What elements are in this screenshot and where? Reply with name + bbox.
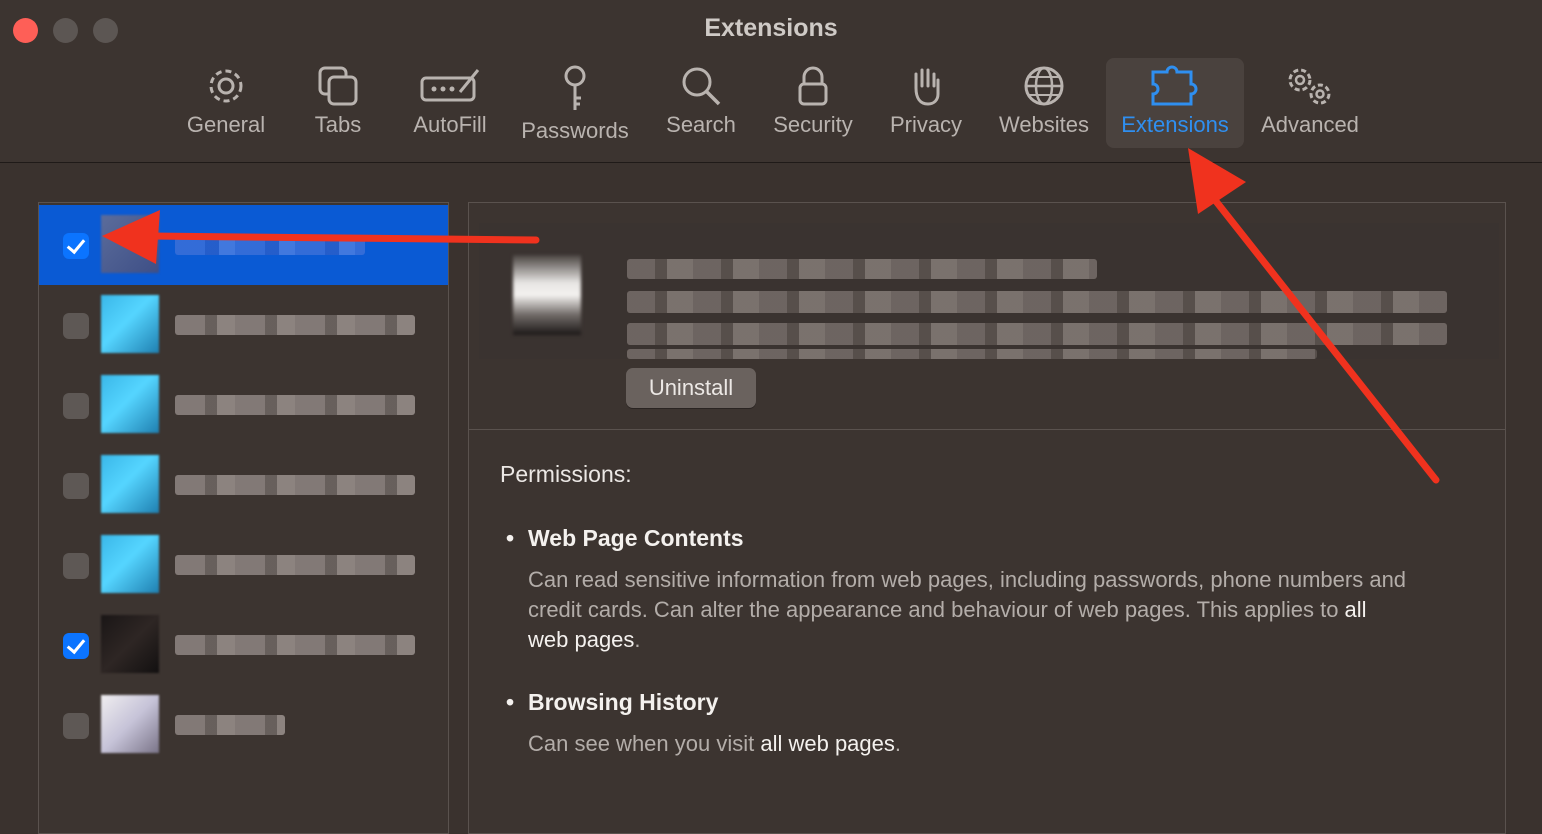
extension-enable-checkbox[interactable] bbox=[63, 233, 89, 259]
toolbar-label: AutoFill bbox=[413, 112, 487, 137]
window-title: Extensions bbox=[704, 14, 838, 42]
puzzle-icon bbox=[1151, 65, 1198, 106]
permissions-title: Permissions: bbox=[500, 461, 632, 487]
extension-row[interactable] bbox=[39, 605, 448, 685]
extension-name-redacted bbox=[175, 555, 415, 575]
extension-icon bbox=[101, 695, 159, 753]
title-bar: Extensions General Tabs AutoFill Passwor… bbox=[0, 0, 1542, 163]
toolbar-label: Websites bbox=[998, 112, 1090, 137]
extension-row[interactable] bbox=[39, 205, 448, 285]
extension-icon bbox=[101, 535, 159, 593]
gears-icon bbox=[1288, 68, 1331, 105]
extension-row[interactable] bbox=[39, 365, 448, 445]
extension-row[interactable] bbox=[39, 525, 448, 605]
extension-name-redacted bbox=[175, 475, 415, 495]
extension-detail-pane: Uninstall Permissions: • Web Page Conten… bbox=[468, 202, 1506, 834]
extension-row[interactable] bbox=[39, 445, 448, 525]
toolbar-label: Search bbox=[666, 112, 736, 137]
hand-icon bbox=[914, 68, 940, 106]
extension-name-redacted bbox=[175, 315, 415, 335]
extension-icon bbox=[101, 615, 159, 673]
extension-row[interactable] bbox=[39, 685, 448, 765]
toolbar-label: Tabs bbox=[314, 112, 362, 137]
uninstall-button[interactable]: Uninstall bbox=[626, 368, 756, 408]
toolbar-websites[interactable]: Websites bbox=[990, 58, 1098, 148]
redacted-text bbox=[627, 291, 1447, 313]
extension-name-redacted bbox=[175, 715, 285, 735]
bullet: • bbox=[506, 689, 515, 715]
bullet: • bbox=[506, 525, 515, 551]
permission-description: Can see when you visit all web pages. bbox=[528, 731, 902, 756]
permission-name: • Web Page Contents bbox=[506, 525, 744, 551]
autofill-icon bbox=[420, 69, 480, 102]
redacted-text bbox=[627, 259, 1097, 279]
toolbar-label: General bbox=[186, 112, 266, 137]
toolbar-label: Security bbox=[773, 112, 853, 137]
extension-name-redacted bbox=[175, 395, 415, 415]
extension-icon bbox=[101, 295, 159, 353]
extension-enable-checkbox[interactable] bbox=[63, 713, 89, 739]
extension-enable-checkbox[interactable] bbox=[63, 553, 89, 579]
extension-row[interactable] bbox=[39, 285, 448, 365]
extension-icon bbox=[101, 455, 159, 513]
toolbar-passwords[interactable]: Passwords bbox=[516, 58, 634, 148]
globe-icon bbox=[1024, 66, 1064, 106]
divider bbox=[469, 429, 1505, 430]
toolbar-label: Privacy bbox=[889, 112, 963, 137]
extension-name-redacted bbox=[175, 235, 365, 255]
extension-icon bbox=[101, 215, 159, 273]
permission-description: Can read sensitive information from web … bbox=[528, 567, 1407, 652]
gear-icon bbox=[209, 69, 243, 103]
extension-enable-checkbox[interactable] bbox=[63, 313, 89, 339]
magnifier-icon bbox=[682, 67, 721, 106]
extensions-list[interactable] bbox=[38, 202, 449, 834]
toolbar-label: Extensions bbox=[1121, 112, 1229, 137]
toolbar-tabs[interactable]: Tabs bbox=[298, 58, 378, 148]
extension-name-redacted bbox=[175, 635, 415, 655]
toolbar-label: Advanced bbox=[1261, 112, 1359, 137]
extension-icon bbox=[101, 375, 159, 433]
toolbar-extensions[interactable]: Extensions bbox=[1106, 58, 1244, 148]
tabs-icon bbox=[318, 66, 358, 106]
extension-header-redacted bbox=[479, 223, 1499, 359]
extension-enable-checkbox[interactable] bbox=[63, 633, 89, 659]
lock-icon bbox=[798, 66, 828, 106]
redacted-text bbox=[627, 349, 1317, 359]
extension-large-icon bbox=[513, 255, 581, 335]
toolbar-label: Passwords bbox=[521, 118, 629, 143]
extension-enable-checkbox[interactable] bbox=[63, 393, 89, 419]
toolbar-general[interactable]: General bbox=[176, 58, 276, 148]
key-icon bbox=[564, 65, 586, 110]
toolbar-security[interactable]: Security bbox=[766, 58, 860, 148]
toolbar-advanced[interactable]: Advanced bbox=[1254, 58, 1366, 148]
toolbar-autofill[interactable]: AutoFill bbox=[404, 58, 496, 148]
toolbar-privacy[interactable]: Privacy bbox=[884, 58, 968, 148]
toolbar-search[interactable]: Search bbox=[660, 58, 742, 148]
redacted-text bbox=[627, 323, 1447, 345]
extension-enable-checkbox[interactable] bbox=[63, 473, 89, 499]
permission-name: • Browsing History bbox=[506, 689, 719, 715]
